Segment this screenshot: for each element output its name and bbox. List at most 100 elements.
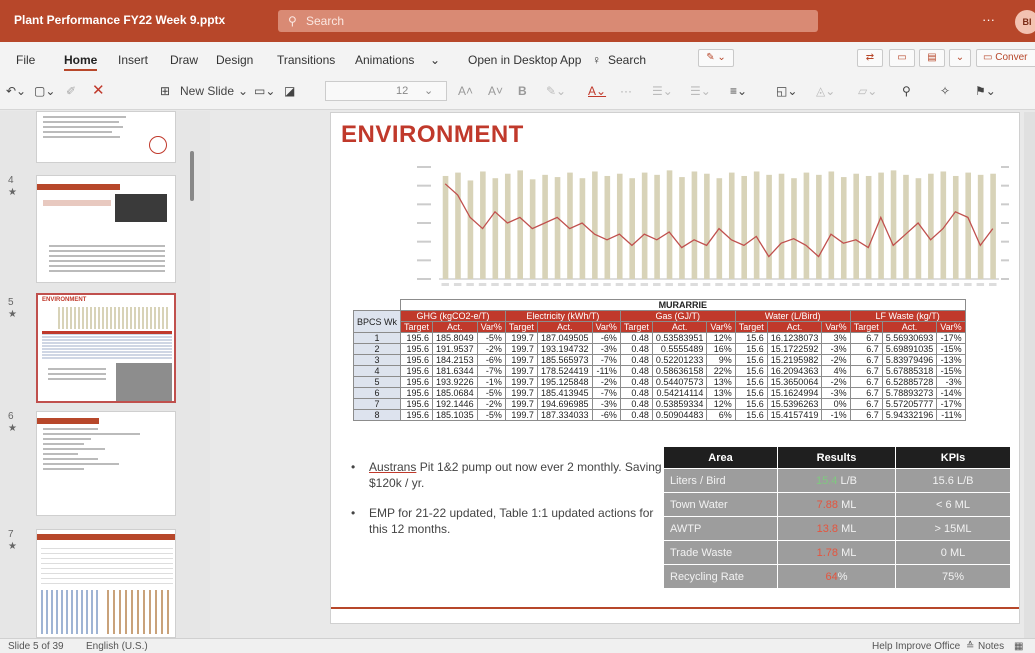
thumbnail-scrollbar[interactable] — [190, 151, 194, 201]
layout-icon[interactable]: ⌄ — [238, 84, 248, 98]
kpi-result: 15.4 L/B — [777, 468, 896, 493]
layout-dropdown-icon[interactable]: ▭⌄ — [254, 84, 275, 98]
more-font-icon[interactable]: ··· — [620, 84, 632, 98]
chart-bar — [504, 173, 511, 279]
delete-icon[interactable]: ✕ — [92, 81, 105, 99]
highlight-icon[interactable]: ✎⌄ — [546, 84, 566, 98]
chart-x-tick-label — [478, 283, 487, 286]
slide-title[interactable]: ENVIRONMENT — [341, 121, 524, 149]
environment-chart[interactable] — [411, 151, 1011, 296]
font-color-icon[interactable]: A⌄ — [588, 84, 606, 98]
slide-thumbnail-5[interactable]: ENVIRONMENT — [36, 293, 176, 403]
table-cell: 185.413945 — [536, 387, 593, 399]
chart-x-tick-label — [466, 283, 474, 286]
table-cell: 15.6 — [734, 398, 768, 410]
table-cell: 195.6 — [400, 409, 434, 421]
chart-bar — [977, 174, 984, 279]
slide-thumbnail-3[interactable] — [36, 111, 176, 163]
table-cell: 199.7 — [504, 387, 538, 399]
tab-animations[interactable]: Animations — [355, 53, 414, 67]
format-painter-icon[interactable]: ✐ — [66, 84, 76, 98]
sub-header: Target — [734, 321, 768, 333]
slide-thumbnail-6[interactable] — [36, 411, 176, 516]
document-title[interactable]: Plant Performance FY22 Week 9.pptx — [14, 13, 225, 27]
table-cell: -17% — [936, 332, 966, 344]
bullet-underlined-text: Austrans — [369, 460, 417, 474]
notes-icon: ≙ — [966, 641, 975, 652]
present-icon[interactable]: ▤ — [919, 49, 945, 67]
share-icon[interactable]: ⇄ — [857, 49, 883, 67]
chart-bar — [741, 175, 747, 279]
table-cell: 16.2094363 — [766, 365, 823, 377]
sub-header: Var% — [706, 321, 736, 333]
pen-dropdown-button[interactable]: ✎ ⌄ — [698, 49, 734, 67]
kpi-result: 13.8 ML — [777, 516, 896, 541]
chart-x-tick-label — [690, 283, 698, 286]
status-bar: Slide 5 of 39 English (U.S.) Help Improv… — [0, 638, 1035, 653]
designer-icon[interactable]: ✧ — [940, 84, 950, 98]
fill-icon[interactable]: ◬⌄ — [816, 84, 835, 98]
kpi-result-unit: ML — [838, 522, 857, 535]
table-cell: 195.6 — [400, 376, 434, 388]
tab-transitions[interactable]: Transitions — [277, 53, 335, 67]
kpi-target: > 15ML — [895, 516, 1011, 541]
grow-font-icon[interactable]: A˄ — [458, 84, 473, 98]
tell-me-search[interactable]: Search — [608, 53, 646, 67]
chevron-down-icon[interactable]: ⌄ — [430, 53, 440, 67]
table-cell: 195.6 — [400, 354, 434, 366]
comment-icon[interactable]: ▭ — [889, 49, 915, 67]
table-cell: 4% — [821, 365, 851, 377]
normal-view-icon[interactable]: ▦ — [1014, 641, 1023, 652]
undo-icon[interactable]: ↶⌄ — [6, 84, 26, 98]
kpi-table[interactable]: Area Results KPIs Liters / Bird 15.4 L/B 1… — [663, 446, 1011, 589]
paste-icon[interactable]: ▢⌄ — [34, 84, 55, 98]
font-size-select[interactable]: 12 ⌄ — [325, 81, 447, 101]
open-desktop-app-button[interactable]: Open in Desktop App — [468, 53, 581, 67]
chevron-down-icon: ⌄ — [424, 85, 434, 97]
tab-home[interactable]: Home — [64, 53, 98, 71]
chart-y-tick-label — [417, 203, 431, 206]
bullets-icon[interactable]: ☰⌄ — [652, 84, 673, 98]
picture-icon[interactable]: ◪ — [284, 84, 295, 98]
dictate-icon[interactable]: ⚑⌄ — [975, 84, 996, 98]
chart-bar — [455, 172, 461, 279]
shapes-icon[interactable]: ◱⌄ — [776, 84, 797, 98]
present-dropdown-icon[interactable]: ⌄ — [949, 49, 971, 67]
find-icon[interactable]: ⚲ — [902, 84, 911, 98]
chart-bar — [952, 175, 959, 279]
outline-icon[interactable]: ▱⌄ — [858, 84, 877, 98]
slide-thumbnail-4[interactable] — [36, 175, 176, 283]
table-cell: 185.0684 — [432, 387, 478, 399]
chart-bar — [542, 174, 548, 279]
environment-data-table[interactable]: MURARRIE BPCS Wk GHG (kgCO2-e/T) Electricit… — [352, 299, 966, 421]
shrink-font-icon[interactable]: A˅ — [488, 84, 503, 98]
convert-button[interactable]: ▭ Conver — [976, 49, 1035, 67]
table-cell: -6% — [476, 354, 506, 366]
avatar[interactable]: BI — [1015, 10, 1035, 34]
table-cell: 199.7 — [504, 354, 538, 366]
numbering-icon[interactable]: ☰⌄ — [690, 84, 711, 98]
align-icon[interactable]: ≡⌄ — [730, 84, 747, 98]
tab-insert[interactable]: Insert — [118, 53, 148, 67]
help-improve-link[interactable]: Help Improve Office — [872, 641, 960, 652]
notes-button[interactable]: Notes — [978, 641, 1004, 652]
bullet-list[interactable]: • Austrans Pit 1&2 pump out now ever 2 m… — [347, 459, 667, 551]
language-indicator[interactable]: English (U.S.) — [86, 641, 148, 652]
bullet-text: EMP for 21-22 updated, Table 1:1 updated… — [369, 506, 654, 536]
slide-canvas[interactable]: ENVIRONMENT MURARRIE BPCS Wk GHG (kgCO2-e/… — [330, 112, 1020, 624]
chart-bar — [567, 172, 573, 279]
tab-draw[interactable]: Draw — [170, 53, 198, 67]
table-cell: 15.6 — [734, 343, 768, 355]
table-cell: -6% — [591, 332, 621, 344]
kpi-result-value: 64 — [825, 570, 838, 583]
table-cell: 181.6344 — [432, 365, 478, 377]
bold-button[interactable]: B — [518, 84, 527, 98]
search-input[interactable]: ⚲ Search — [278, 10, 818, 32]
tab-file[interactable]: File — [16, 53, 35, 67]
table-cell: 192.1446 — [432, 398, 478, 410]
vertical-scrollbar[interactable] — [1024, 112, 1035, 638]
slide-thumbnail-7[interactable] — [36, 529, 176, 638]
new-slide-button[interactable]: New Slide — [180, 84, 234, 98]
more-options-button[interactable]: ··· — [982, 12, 995, 27]
tab-design[interactable]: Design — [216, 53, 253, 67]
